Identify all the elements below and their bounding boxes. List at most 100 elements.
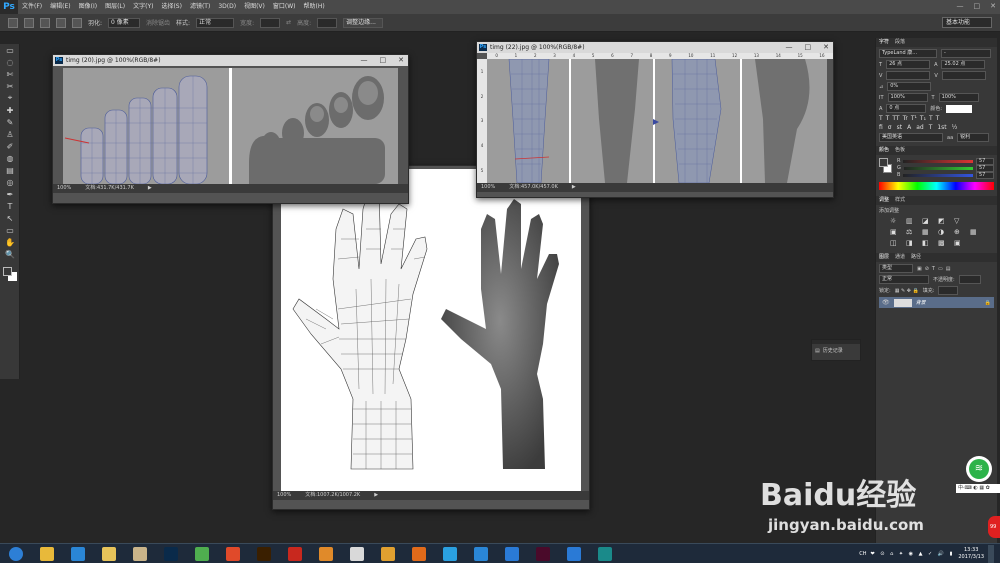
tool-2-icon[interactable]: ✄: [0, 68, 20, 80]
eye-icon[interactable]: 👁: [882, 299, 890, 306]
layer-row-background[interactable]: 👁 背景 🔒: [879, 297, 994, 308]
font-style-select[interactable]: -: [941, 49, 991, 58]
vertical-ruler[interactable]: 12345: [477, 59, 487, 183]
fill-input[interactable]: [938, 286, 959, 295]
font-family-select[interactable]: TypeLand 康...: [879, 49, 937, 58]
feather-input[interactable]: 0 像素: [108, 17, 141, 28]
adjustment-10-icon[interactable]: ⊕: [954, 228, 966, 236]
adjustment-11-icon[interactable]: ▦: [970, 228, 982, 236]
history-panel-button[interactable]: ▤ 历史记录: [811, 339, 861, 361]
channel-slider[interactable]: [903, 159, 973, 163]
font-size-input[interactable]: 26 点: [886, 60, 931, 69]
tool-13-icon[interactable]: T: [0, 200, 20, 212]
tool-9-icon[interactable]: ◍: [0, 152, 20, 164]
legs-minimize-button[interactable]: —: [786, 42, 793, 53]
toolbar-color-swatches[interactable]: [0, 264, 20, 284]
tab-character[interactable]: 字符: [879, 38, 889, 47]
indesign-icon[interactable]: [531, 545, 555, 563]
tool-11-icon[interactable]: ◎: [0, 176, 20, 188]
bold-button[interactable]: T: [879, 115, 883, 122]
menu-item-8[interactable]: 视图(V): [240, 0, 269, 14]
chrome-icon[interactable]: [376, 545, 400, 563]
layer-filter-icons[interactable]: ▣⊘T▭▤: [917, 266, 953, 272]
scale-input[interactable]: 0%: [887, 82, 932, 91]
strike-button[interactable]: T: [936, 115, 940, 122]
refresh-icon[interactable]: [190, 545, 214, 563]
document-window-hand[interactable]: 100% 文档:1007.2K/1007.2K ▶: [272, 165, 590, 510]
intersect-selection-icon[interactable]: [72, 17, 82, 28]
fraction-button[interactable]: ½: [952, 124, 958, 131]
superscript-button[interactable]: T¹: [911, 115, 917, 122]
channel-value[interactable]: 57: [976, 171, 994, 179]
color-spectrum-bar[interactable]: [879, 182, 994, 190]
pdf-icon[interactable]: [283, 545, 307, 563]
menu-item-7[interactable]: 3D(D): [214, 0, 240, 14]
refine-edge-button[interactable]: 调整边缘...: [343, 17, 384, 28]
bird-icon[interactable]: [562, 545, 586, 563]
antialias-checkbox[interactable]: 消除锯齿: [146, 18, 170, 27]
adjustment-15-icon[interactable]: ▩: [938, 239, 950, 247]
tool-0-icon[interactable]: ▭: [0, 44, 20, 56]
adjustment-14-icon[interactable]: ◧: [922, 239, 934, 247]
adjustment-7-icon[interactable]: ⚖: [906, 228, 918, 236]
tracking-input[interactable]: [941, 71, 986, 80]
tab-color[interactable]: 颜色: [879, 146, 889, 155]
menu-item-10[interactable]: 帮助(H): [300, 0, 329, 14]
tool-14-icon[interactable]: ↖: [0, 212, 20, 224]
adjustment-5-icon[interactable]: [970, 217, 982, 225]
width-input[interactable]: [260, 17, 281, 28]
ime-lang[interactable]: CH: [859, 551, 866, 557]
tool-6-icon[interactable]: ✎: [0, 116, 20, 128]
feet-canvas[interactable]: [63, 68, 398, 184]
alt-button[interactable]: A: [907, 124, 911, 131]
adjustment-16-icon[interactable]: ▣: [954, 239, 966, 247]
notification-badge[interactable]: 99: [988, 516, 1000, 538]
status-arrow-icon[interactable]: ▶: [374, 491, 378, 500]
ime-toolbar[interactable]: 中·⌨ ◐ ▦ ✿: [956, 484, 1000, 493]
minimize-button[interactable]: —: [957, 2, 964, 10]
wifi-float-button[interactable]: ≋: [966, 456, 992, 482]
close-button[interactable]: ✕: [990, 2, 996, 10]
menu-item-9[interactable]: 窗口(W): [269, 0, 300, 14]
smallcaps-button[interactable]: Tr: [903, 115, 908, 122]
opacity-input[interactable]: [958, 275, 981, 284]
tray-icons[interactable]: ❤ ⊙ ⌂ ✦ ◉ ▲ ✓ 🔊 ▮: [871, 551, 955, 557]
legs-zoom[interactable]: 100%: [481, 183, 495, 192]
leading-input[interactable]: 25.02 点: [941, 60, 986, 69]
adjustment-0-icon[interactable]: ☼: [890, 217, 902, 225]
legs-title-bar[interactable]: Ps timg (22).jpg @ 100%(RGB/8#) — □ ✕: [477, 42, 833, 53]
allcaps-button[interactable]: TT: [892, 115, 899, 122]
tab-paragraph[interactable]: 段落: [895, 38, 905, 47]
marquee-preset-button[interactable]: [8, 17, 18, 28]
text-color-swatch[interactable]: [946, 104, 973, 113]
penguin-icon[interactable]: [345, 545, 369, 563]
ie-icon[interactable]: [66, 545, 90, 563]
swash-button[interactable]: st: [897, 124, 902, 131]
antialias-select[interactable]: 锐利: [957, 133, 990, 142]
menu-item-1[interactable]: 编辑(E): [46, 0, 74, 14]
adjustment-13-icon[interactable]: ◨: [906, 239, 918, 247]
channel-slider[interactable]: [903, 173, 973, 177]
feet-close-button[interactable]: ✕: [398, 55, 404, 66]
adjustment-8-icon[interactable]: ▦: [922, 228, 934, 236]
subscript-button[interactable]: T₁: [920, 115, 926, 122]
language-select[interactable]: 美国英语: [879, 133, 943, 142]
channel-slider[interactable]: [903, 166, 973, 170]
channel-value[interactable]: 57: [976, 157, 994, 165]
menu-item-3[interactable]: 图层(L): [101, 0, 129, 14]
tool-10-icon[interactable]: ▤: [0, 164, 20, 176]
add-selection-icon[interactable]: [40, 17, 50, 28]
tool-15-icon[interactable]: ▭: [0, 224, 20, 236]
menu-item-2[interactable]: 图像(I): [75, 0, 101, 14]
s-icon[interactable]: [500, 545, 524, 563]
plane-icon[interactable]: [469, 545, 493, 563]
document-window-legs[interactable]: Ps timg (22).jpg @ 100%(RGB/8#) — □ ✕ 0123…: [476, 41, 834, 198]
tool-8-icon[interactable]: ✐: [0, 140, 20, 152]
menu-item-5[interactable]: 选择(S): [157, 0, 186, 14]
clock[interactable]: 13:33 2017/3/13: [958, 547, 984, 561]
tab-adjustments[interactable]: 调整: [879, 196, 889, 205]
tool-5-icon[interactable]: ✚: [0, 104, 20, 116]
style-select[interactable]: 正常: [196, 17, 235, 28]
adjustment-9-icon[interactable]: ◑: [938, 228, 950, 236]
blend-mode-select[interactable]: 正常: [879, 275, 929, 284]
